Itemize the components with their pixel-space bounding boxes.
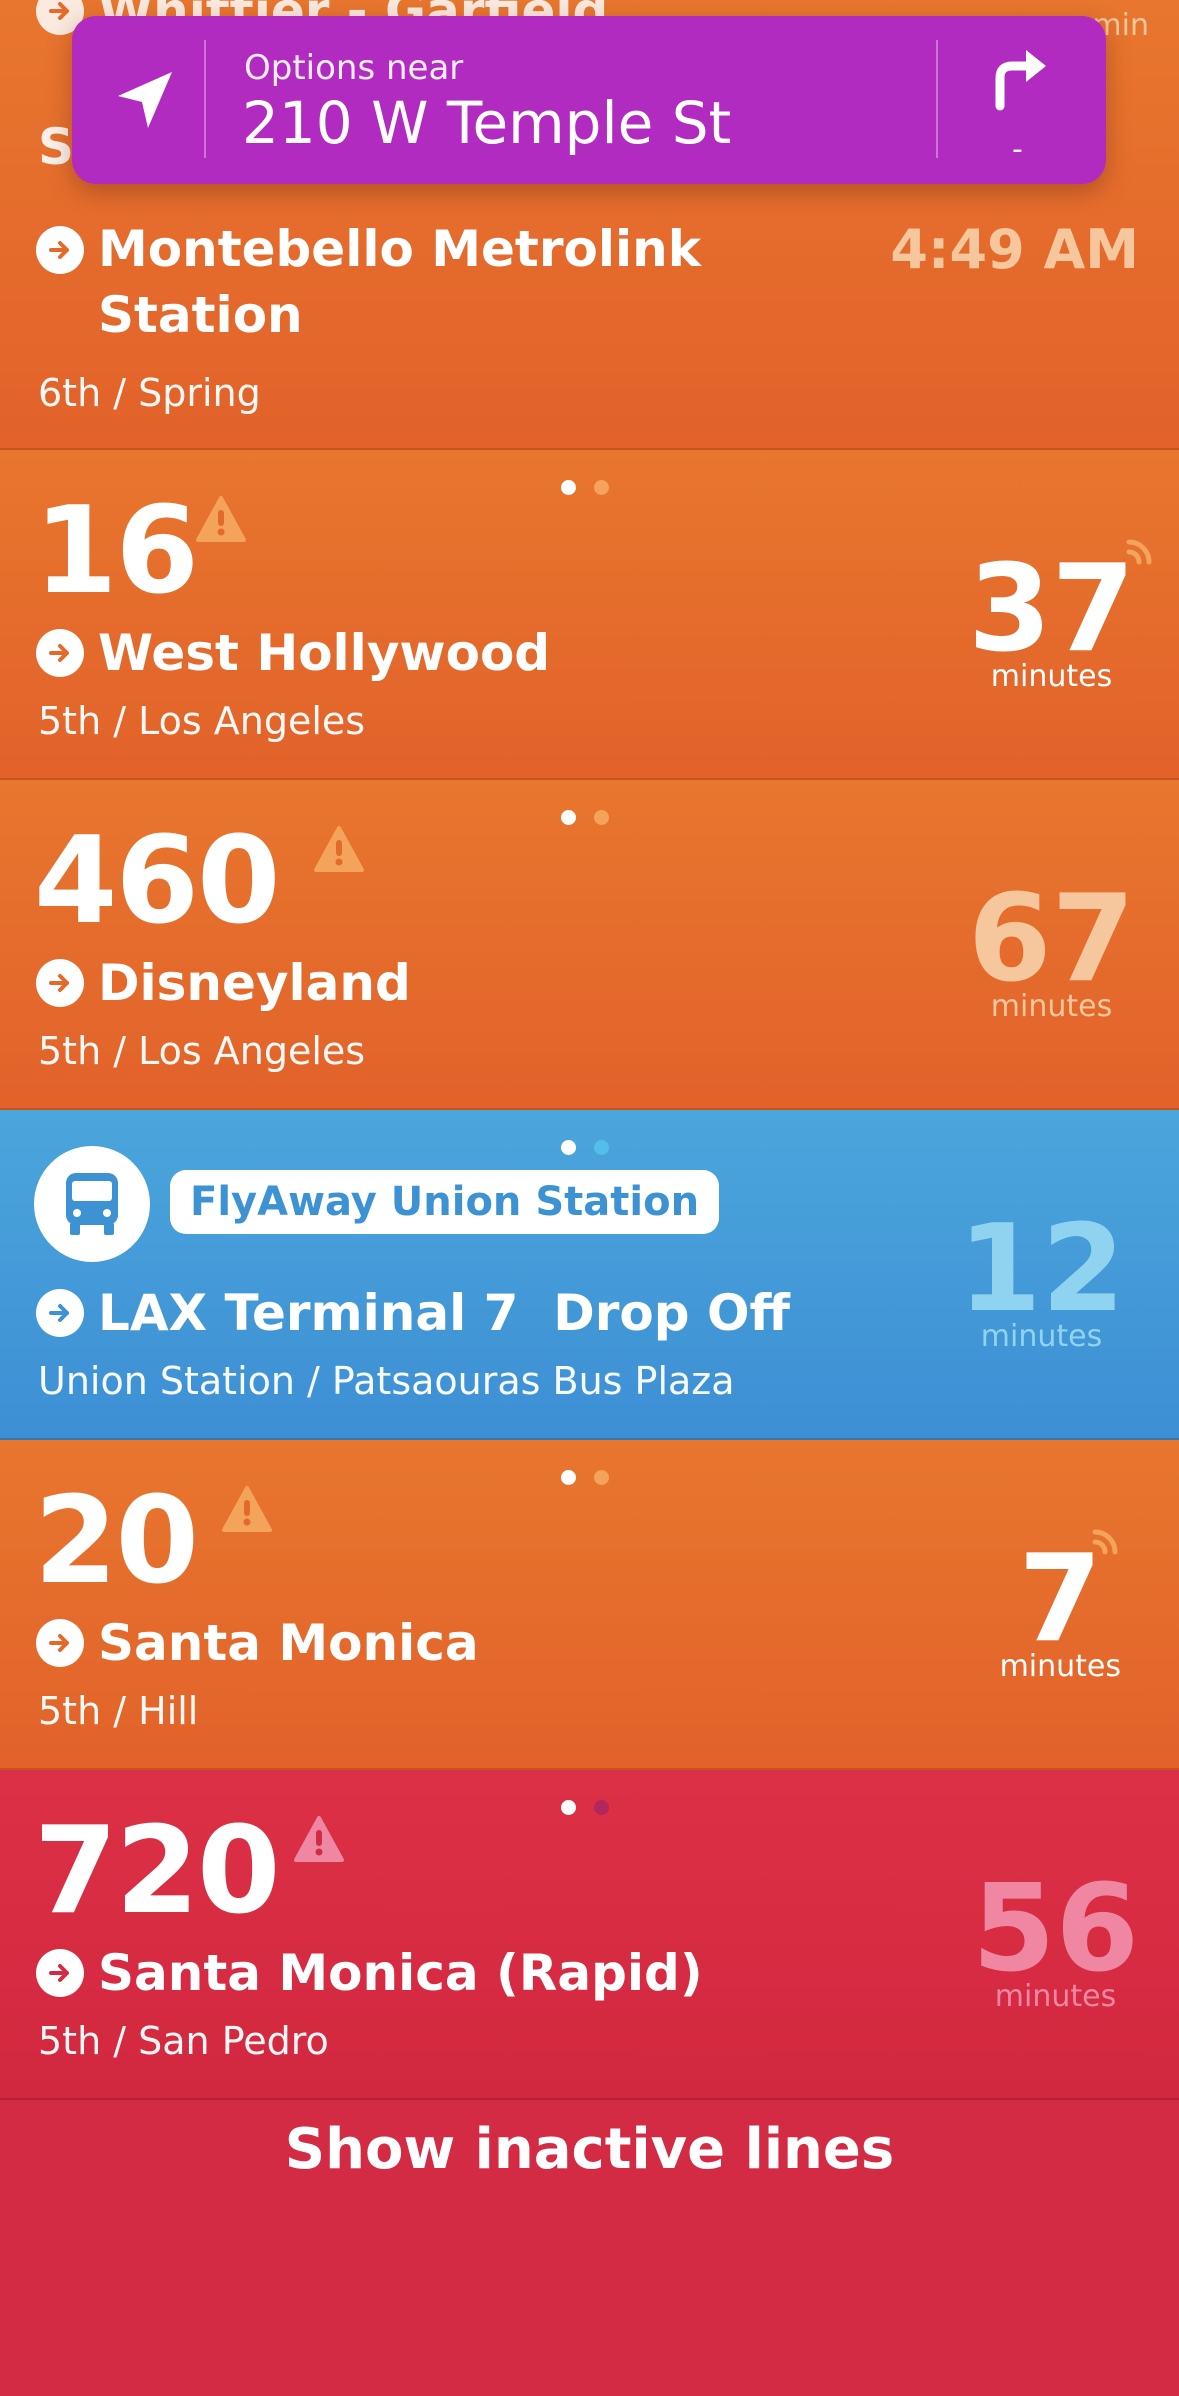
destination-label: Montebello Metrolink Station xyxy=(98,220,701,344)
page-dots xyxy=(561,1140,609,1155)
arrow-right-icon xyxy=(36,1949,84,1997)
minutes-label: minutes xyxy=(994,1979,1117,2014)
stop-label: 5th / Los Angeles xyxy=(38,699,366,743)
stop-label: 5th / San Pedro xyxy=(38,2019,329,2063)
nearby-location-banner[interactable]: Options near 210 W Temple St - xyxy=(72,16,1106,184)
arrow-right-icon xyxy=(36,226,84,274)
route-number: 16 xyxy=(34,482,199,621)
route-number: 460 xyxy=(34,812,280,951)
minutes-block: 7 minutes xyxy=(1000,1540,1121,1682)
destination-row: Santa Monica (Rapid) xyxy=(36,1948,703,1998)
destination-label: West Hollywood xyxy=(98,624,551,682)
destination-label: LAX Terminal 7 Drop Off xyxy=(98,1284,790,1342)
arrow-right-icon xyxy=(36,959,84,1007)
arrow-right-icon xyxy=(36,629,84,677)
alert-icon[interactable] xyxy=(196,496,246,542)
minutes-block: 56 minutes xyxy=(972,1870,1139,2012)
minutes-label: minutes xyxy=(990,659,1113,694)
destination-row: West Hollywood xyxy=(36,628,550,678)
page-dot xyxy=(561,1800,576,1815)
page-dots xyxy=(561,480,609,495)
location-arrow-icon[interactable] xyxy=(110,66,180,140)
route-number: 720 xyxy=(34,1802,280,1941)
page-dots xyxy=(561,1800,609,1815)
bus-icon xyxy=(34,1146,150,1262)
page-dot xyxy=(561,480,576,495)
stop-label: Union Station / Patsaouras Bus Plaza xyxy=(38,1359,735,1403)
options-near-label: Options near xyxy=(244,48,464,88)
destination-row: Santa Monica xyxy=(36,1618,479,1668)
line-row-720[interactable]: 720 Santa Monica (Rapid) 5th / San Pedro… xyxy=(0,1770,1179,2100)
address-label[interactable]: 210 W Temple St xyxy=(242,94,731,152)
route-number: 20 xyxy=(34,1472,199,1611)
page-dot xyxy=(594,810,609,825)
line-row-20[interactable]: 20 Santa Monica 5th / Hill 7 minutes xyxy=(0,1440,1179,1770)
minutes-block: 67 minutes xyxy=(968,880,1135,1022)
destination-label: Disneyland xyxy=(98,954,411,1012)
page-dot xyxy=(594,480,609,495)
alert-icon[interactable] xyxy=(222,1486,272,1532)
minutes-label: minutes xyxy=(980,1319,1103,1354)
arrow-right-icon xyxy=(36,1289,84,1337)
stop-label: 5th / Hill xyxy=(38,1689,199,1733)
minutes-label: minutes xyxy=(990,989,1113,1024)
minutes-value: 12 xyxy=(958,1200,1125,1339)
destination-row: Disneyland xyxy=(36,958,411,1008)
stop-label: 5th / Los Angeles xyxy=(38,1029,366,1073)
minutes-value: 67 xyxy=(968,870,1135,1009)
page-dot xyxy=(594,1800,609,1815)
page-dot xyxy=(561,810,576,825)
minutes-label: minutes xyxy=(999,1649,1121,1684)
divider xyxy=(204,40,206,158)
page-dot xyxy=(594,1470,609,1485)
minutes-value: 37 xyxy=(968,540,1135,679)
destination-row: Montebello Metrolink Station xyxy=(36,220,718,348)
line-row-460[interactable]: 460 Disneyland 5th / Los Angeles 67 minu… xyxy=(0,780,1179,1110)
page-dot xyxy=(561,1470,576,1485)
minutes-value: 7 xyxy=(1018,1530,1103,1669)
destination-row: LAX Terminal 7 Drop Off xyxy=(36,1288,790,1338)
stop-label: 6th / Spring xyxy=(38,371,261,415)
alert-icon[interactable] xyxy=(294,1816,344,1862)
page-dots xyxy=(561,810,609,825)
arrow-right-icon xyxy=(36,1619,84,1667)
minutes-value: 56 xyxy=(972,1860,1139,1999)
destination-label: Santa Monica xyxy=(98,1614,479,1672)
route-pill: FlyAway Union Station xyxy=(170,1170,720,1234)
alert-icon[interactable] xyxy=(314,826,364,872)
page-dot xyxy=(561,1140,576,1155)
turn-right-icon[interactable] xyxy=(986,42,1056,116)
page-dot xyxy=(594,1140,609,1155)
divider xyxy=(936,40,938,158)
page-dots xyxy=(561,1470,609,1485)
minutes-block: 37 minutes xyxy=(968,550,1135,692)
turn-value: - xyxy=(1012,132,1023,167)
show-inactive-lines-button[interactable]: Show inactive lines xyxy=(0,2100,1179,2200)
destination-label: Santa Monica (Rapid) xyxy=(98,1944,703,2002)
departure-time: 4:49 AM xyxy=(890,218,1139,281)
line-row-flyaway[interactable]: FlyAway Union Station LAX Terminal 7 Dro… xyxy=(0,1110,1179,1440)
minutes-block: 12 minutes xyxy=(958,1210,1125,1352)
line-row-16[interactable]: 16 West Hollywood 5th / Los Angeles 37 m… xyxy=(0,450,1179,780)
top-row[interactable]: Whittier - Garfield St min Options near … xyxy=(0,0,1179,450)
